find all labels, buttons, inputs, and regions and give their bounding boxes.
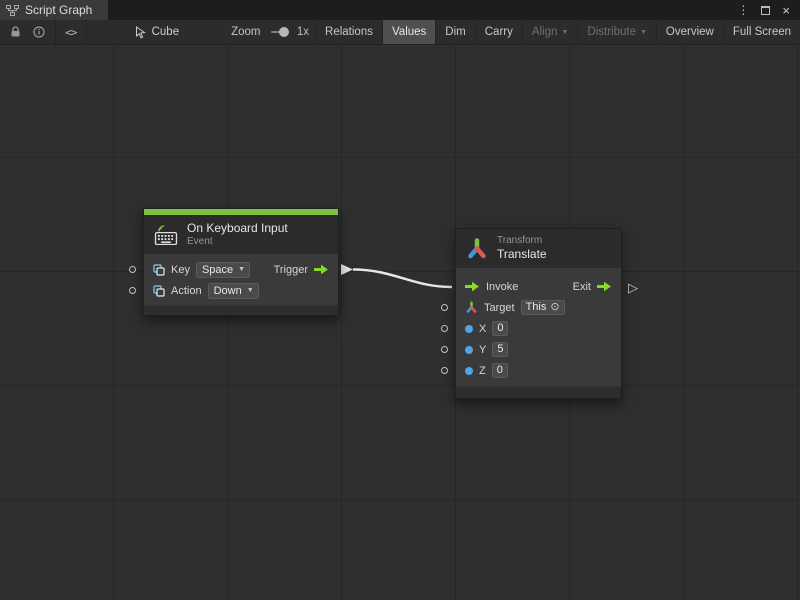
x-port-label: X [479, 323, 486, 335]
x-port[interactable] [441, 325, 448, 332]
key-dropdown[interactable]: Space ▼ [196, 262, 250, 278]
chevron-down-icon: ▼ [238, 266, 245, 273]
x-input[interactable]: 0 [492, 321, 508, 336]
exit-port-label: Exit [573, 281, 591, 293]
float-port-icon [465, 346, 473, 354]
z-port-row: Z 0 [456, 360, 621, 381]
z-port[interactable] [441, 367, 448, 374]
invoke-flow-icon[interactable] [465, 281, 480, 292]
align-label: Align [532, 26, 558, 38]
node-footer [456, 386, 621, 398]
carry-button[interactable]: Carry [475, 20, 522, 44]
keyboard-icon [153, 225, 179, 245]
toolbar-buttons: Relations Values Dim Carry Align ▼ Distr… [315, 20, 800, 44]
code-icon[interactable]: <> [59, 20, 82, 44]
target-field[interactable]: This ⊙ [521, 300, 565, 315]
graph-icon [6, 5, 19, 16]
target-port[interactable] [441, 304, 448, 311]
zoom-slider-knob[interactable] [279, 27, 289, 37]
y-input[interactable]: 5 [492, 342, 508, 357]
window-menu-icon[interactable]: ⋮ [737, 4, 749, 16]
info-icon[interactable] [27, 20, 51, 44]
target-port-label: Target [484, 302, 515, 314]
window-controls: ⋮ × [737, 0, 800, 20]
connection-wire [0, 45, 800, 600]
graph-target-label: Cube [152, 26, 180, 38]
relations-button[interactable]: Relations [315, 20, 382, 44]
node-subtitle: Event [187, 236, 288, 248]
graph-toolbar: <> Cube Zoom 1x Relations Values Dim Car… [0, 20, 800, 45]
keycap-icon [153, 285, 165, 297]
pointer-icon [135, 26, 146, 39]
keycap-icon [153, 264, 165, 276]
node-title: On Keyboard Input [187, 221, 288, 236]
trigger-port-label: Trigger [274, 264, 308, 276]
key-port-label: Key [171, 264, 190, 276]
node-footer [144, 305, 338, 315]
node-translate[interactable]: Transform Translate Invoke Exit [455, 228, 622, 399]
action-port[interactable] [129, 287, 136, 294]
action-dropdown[interactable]: Down ▼ [208, 283, 259, 299]
invoke-port-label: Invoke [486, 281, 518, 293]
overview-button[interactable]: Overview [656, 20, 723, 44]
node-header[interactable]: On Keyboard Input Event [144, 215, 338, 254]
node-header[interactable]: Transform Translate [456, 229, 621, 268]
action-port-label: Action [171, 285, 202, 297]
float-port-icon [465, 325, 473, 333]
tab-script-graph[interactable]: Script Graph [0, 0, 108, 20]
zoom-value: 1x [297, 26, 309, 38]
object-picker-icon[interactable]: ⊙ [550, 302, 559, 313]
trigger-flow-icon[interactable] [314, 264, 329, 275]
exit-flow-icon[interactable] [597, 281, 612, 292]
y-port-row: Y 5 [456, 339, 621, 360]
maximize-icon[interactable] [761, 6, 770, 15]
align-button[interactable]: Align ▼ [522, 20, 578, 44]
key-port[interactable] [129, 266, 136, 273]
key-dropdown-value: Space [202, 264, 233, 276]
key-port-row: Key Space ▼ Trigger [144, 259, 338, 280]
dim-button[interactable]: Dim [435, 20, 474, 44]
target-value: This [526, 301, 547, 314]
target-port-row: Target This ⊙ [456, 297, 621, 318]
zoom-label: Zoom [231, 26, 260, 38]
fullscreen-button[interactable]: Full Screen [723, 20, 800, 44]
y-port[interactable] [441, 346, 448, 353]
chevron-down-icon: ▼ [247, 287, 254, 294]
distribute-button[interactable]: Distribute ▼ [577, 20, 656, 44]
close-icon[interactable]: × [782, 4, 790, 17]
distribute-label: Distribute [587, 26, 636, 38]
transform-icon [465, 237, 489, 261]
action-port-row: Action Down ▼ [144, 280, 338, 301]
float-port-icon [465, 367, 473, 375]
node-title: Translate [497, 247, 547, 262]
exit-port[interactable]: ▷ [628, 281, 638, 294]
node-group: Transform [497, 235, 547, 247]
z-input[interactable]: 0 [492, 363, 508, 378]
zoom-slider[interactable] [271, 31, 285, 33]
graph-canvas[interactable]: On Keyboard Input Event Key Space ▼ Trig… [0, 45, 800, 600]
values-button[interactable]: Values [382, 20, 435, 44]
action-dropdown-value: Down [214, 285, 242, 297]
tab-title: Script Graph [25, 3, 92, 17]
x-port-row: X 0 [456, 318, 621, 339]
node-on-keyboard-input[interactable]: On Keyboard Input Event Key Space ▼ Trig… [143, 208, 339, 316]
chevron-down-icon: ▼ [561, 29, 568, 36]
graph-target[interactable]: Cube [135, 26, 180, 39]
chevron-down-icon: ▼ [640, 29, 647, 36]
titlebar: Script Graph ⋮ × [0, 0, 800, 20]
lock-icon[interactable] [4, 20, 27, 44]
invoke-exit-row: Invoke Exit [456, 276, 621, 297]
y-port-label: Y [479, 344, 486, 356]
z-port-label: Z [479, 365, 486, 377]
transform-mini-icon [465, 301, 478, 314]
